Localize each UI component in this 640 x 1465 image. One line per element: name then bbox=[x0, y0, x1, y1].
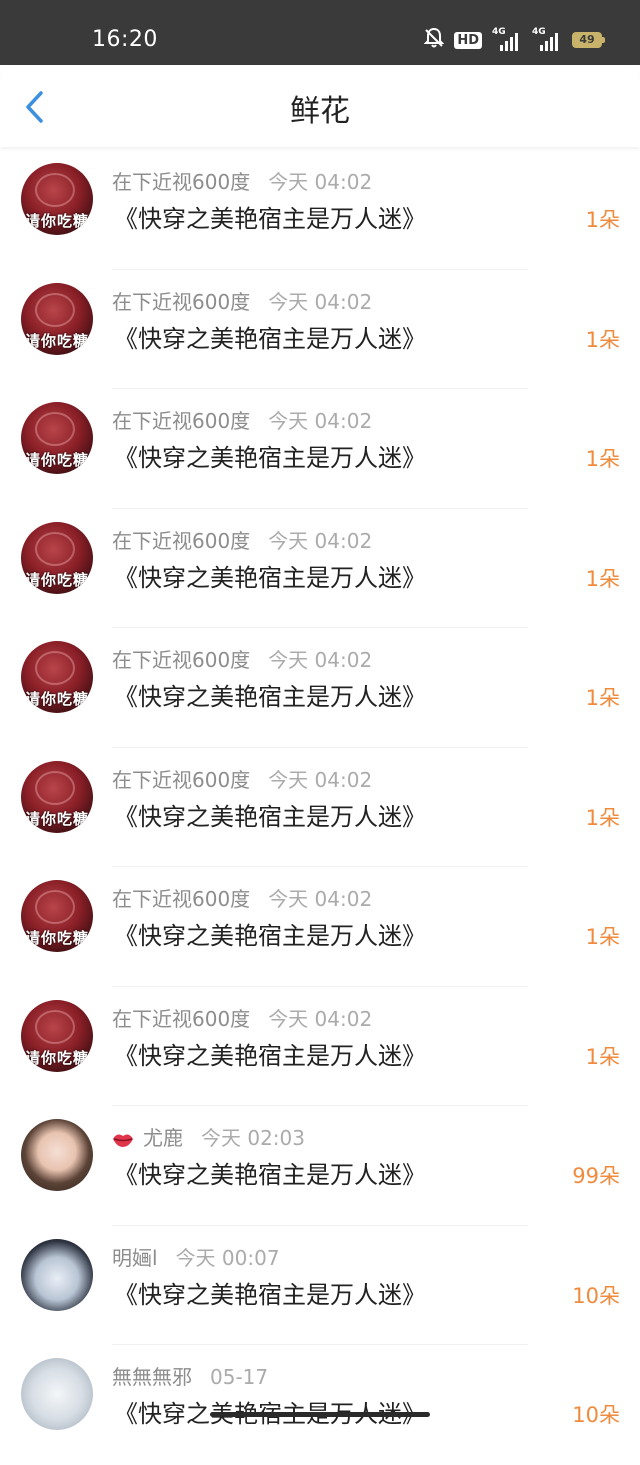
list-item[interactable]: 请你吃糖 在下近视600度 今天 04:02 《快穿之美艳宿主是万人迷》 1朵 bbox=[0, 150, 640, 270]
timestamp: 今天 04:02 bbox=[268, 528, 373, 553]
user-name[interactable]: 在下近视600度 bbox=[112, 289, 250, 315]
flower-list: 请你吃糖 在下近视600度 今天 04:02 《快穿之美艳宿主是万人迷》 1朵 请你吃糖在… bbox=[0, 150, 640, 1465]
avatar[interactable] bbox=[21, 1358, 93, 1430]
list-item[interactable]: 请你吃糖 在下近视600度 今天 04:02 《快穿之美艳宿主是万人迷》 1朵 bbox=[0, 270, 640, 389]
timestamp: 今天 00:07 bbox=[175, 1245, 280, 1270]
user-name[interactable]: 在下近视600度 bbox=[112, 647, 250, 673]
flower-count: 1朵 bbox=[585, 805, 620, 830]
item-meta: 在下近视600度 今天 04:02 bbox=[112, 408, 372, 434]
book-title[interactable]: 《快穿之美艳宿主是万人迷》 bbox=[114, 1159, 426, 1191]
book-title[interactable]: 《快穿之美艳宿主是万人迷》 bbox=[114, 920, 426, 952]
avatar[interactable] bbox=[21, 1119, 93, 1191]
avatar-text: 请你吃糖 bbox=[24, 212, 89, 230]
item-meta: 明婳l 今天 00:07 bbox=[112, 1245, 280, 1271]
signal-icon: 4G bbox=[492, 27, 522, 51]
avatar-text: 请你吃糖 bbox=[24, 570, 89, 589]
lips-icon bbox=[112, 1129, 134, 1147]
item-meta: 在下近视600度 今天 04:02 bbox=[112, 767, 372, 793]
book-title[interactable]: 《快穿之美艳宿主是万人迷》 bbox=[114, 681, 426, 713]
page-title: 鲜花 bbox=[290, 94, 350, 129]
book-title[interactable]: 《快穿之美艳宿主是万人迷》 bbox=[114, 801, 426, 833]
avatar[interactable]: 请你吃糖 bbox=[21, 641, 93, 713]
avatar[interactable]: 请你吃糖 bbox=[21, 880, 93, 952]
item-meta: 在下近视600度 今天 04:02 bbox=[112, 886, 372, 912]
item-meta: 無無無邪 05-17 bbox=[112, 1364, 268, 1390]
timestamp: 今天 04:02 bbox=[268, 648, 373, 672]
status-time: 16:20 bbox=[92, 27, 158, 52]
flower-count: 1朵 bbox=[585, 686, 620, 710]
home-indicator[interactable] bbox=[210, 1412, 430, 1417]
item-meta: 在下近视600度 今天 04:02 bbox=[112, 528, 372, 554]
item-meta: 在下近视600度 今天 04:02 bbox=[112, 1006, 372, 1032]
list-item[interactable]: 请你吃糖 在下近视600度 今天 04:02 《快穿之美艳宿主是万人迷》 1朵 bbox=[0, 628, 640, 748]
timestamp: 今天 04:02 bbox=[268, 887, 373, 911]
timestamp: 今天 02:03 bbox=[201, 1126, 305, 1150]
avatar[interactable] bbox=[21, 1238, 93, 1311]
flower-count: 10朵 bbox=[572, 1403, 620, 1427]
status-bar: 16:20 HD 4G 4G 49 bbox=[0, 0, 640, 65]
timestamp: 05-17 bbox=[210, 1365, 269, 1389]
timestamp: 今天 04:02 bbox=[268, 289, 373, 314]
flower-count: 1朵 bbox=[585, 327, 620, 352]
flower-count: 1朵 bbox=[585, 925, 620, 949]
avatar-text: 请你吃糖 bbox=[24, 690, 89, 708]
user-name[interactable]: 在下近视600度 bbox=[112, 1006, 250, 1032]
status-icons: HD 4G 4G 49 bbox=[423, 26, 605, 54]
flower-count: 1朵 bbox=[585, 566, 620, 591]
item-meta: 在下近视600度 今天 04:02 bbox=[112, 169, 372, 195]
user-name[interactable]: 無無無邪 bbox=[112, 1364, 192, 1390]
flower-count: 1朵 bbox=[585, 208, 620, 232]
list-item[interactable]: 请你吃糖 在下近视600度 今天 04:02 《快穿之美艳宿主是万人迷》 1朵 bbox=[0, 867, 640, 987]
book-title[interactable]: 《快穿之美艳宿主是万人迷》 bbox=[114, 203, 426, 235]
avatar-text: 请你吃糖 bbox=[24, 451, 89, 469]
timestamp: 今天 04:02 bbox=[268, 1006, 373, 1031]
item-meta: 尤鹿 今天 02:03 bbox=[112, 1125, 305, 1151]
avatar[interactable]: 请你吃糖 bbox=[21, 402, 93, 474]
avatar[interactable]: 请你吃糖 bbox=[21, 521, 93, 594]
avatar-text: 请你吃糖 bbox=[24, 809, 89, 828]
list-item[interactable]: 请你吃糖 在下近视600度 今天 04:02 《快穿之美艳宿主是万人迷》 1朵 bbox=[0, 509, 640, 628]
item-meta: 在下近视600度 今天 04:02 bbox=[112, 647, 372, 673]
avatar-text: 请你吃糖 bbox=[24, 1048, 89, 1067]
user-name[interactable]: 在下近视600度 bbox=[112, 528, 250, 554]
timestamp: 今天 04:02 bbox=[268, 170, 373, 194]
user-name[interactable]: 在下近视600度 bbox=[112, 886, 250, 912]
user-name[interactable]: 明婳l bbox=[112, 1245, 158, 1271]
flower-count: 10朵 bbox=[572, 1283, 620, 1308]
book-title[interactable]: 《快穿之美艳宿主是万人迷》 bbox=[114, 442, 426, 474]
user-name[interactable]: 在下近视600度 bbox=[112, 408, 250, 434]
user-name[interactable]: 在下近视600度 bbox=[112, 767, 250, 793]
bell-off-icon bbox=[423, 27, 445, 53]
flower-count: 1朵 bbox=[585, 447, 620, 471]
item-meta: 在下近视600度 今天 04:02 bbox=[112, 289, 372, 315]
book-title[interactable]: 《快穿之美艳宿主是万人迷》 bbox=[114, 1279, 426, 1311]
list-item[interactable]: 请你吃糖 在下近视600度 今天 04:02 《快穿之美艳宿主是万人迷》 1朵 bbox=[0, 987, 640, 1106]
avatar[interactable]: 请你吃糖 bbox=[21, 282, 93, 355]
page-header: 鲜花 bbox=[0, 65, 640, 147]
avatar[interactable]: 请你吃糖 bbox=[21, 163, 93, 235]
user-name[interactable]: 在下近视600度 bbox=[112, 169, 250, 195]
timestamp: 今天 04:02 bbox=[268, 767, 373, 792]
avatar[interactable]: 请你吃糖 bbox=[21, 999, 93, 1072]
avatar-text: 请你吃糖 bbox=[24, 929, 89, 947]
signal-icon: 4G bbox=[532, 27, 562, 51]
book-title[interactable]: 《快穿之美艳宿主是万人迷》 bbox=[114, 1040, 426, 1072]
flower-count: 1朵 bbox=[585, 1044, 620, 1069]
flower-count: 99朵 bbox=[572, 1164, 620, 1188]
avatar-text: 请你吃糖 bbox=[24, 331, 89, 350]
hd-icon: HD bbox=[454, 31, 482, 49]
book-title[interactable]: 《快穿之美艳宿主是万人迷》 bbox=[114, 323, 426, 355]
battery-icon: 49 bbox=[572, 32, 605, 48]
timestamp: 今天 04:02 bbox=[268, 409, 373, 433]
list-item[interactable]: 無無無邪 05-17 《快穿之美艳宿主是万人迷》 10朵 bbox=[0, 1345, 640, 1465]
book-title[interactable]: 《快穿之美艳宿主是万人迷》 bbox=[114, 562, 426, 594]
avatar[interactable]: 请你吃糖 bbox=[21, 760, 93, 833]
user-name[interactable]: 尤鹿 bbox=[143, 1125, 183, 1151]
list-item[interactable]: 请你吃糖 在下近视600度 今天 04:02 《快穿之美艳宿主是万人迷》 1朵 bbox=[0, 389, 640, 509]
list-item[interactable]: 明婳l 今天 00:07 《快穿之美艳宿主是万人迷》 10朵 bbox=[0, 1226, 640, 1345]
list-item[interactable]: 请你吃糖 在下近视600度 今天 04:02 《快穿之美艳宿主是万人迷》 1朵 bbox=[0, 748, 640, 867]
list-item[interactable]: 尤鹿 今天 02:03 《快穿之美艳宿主是万人迷》 99朵 bbox=[0, 1106, 640, 1226]
